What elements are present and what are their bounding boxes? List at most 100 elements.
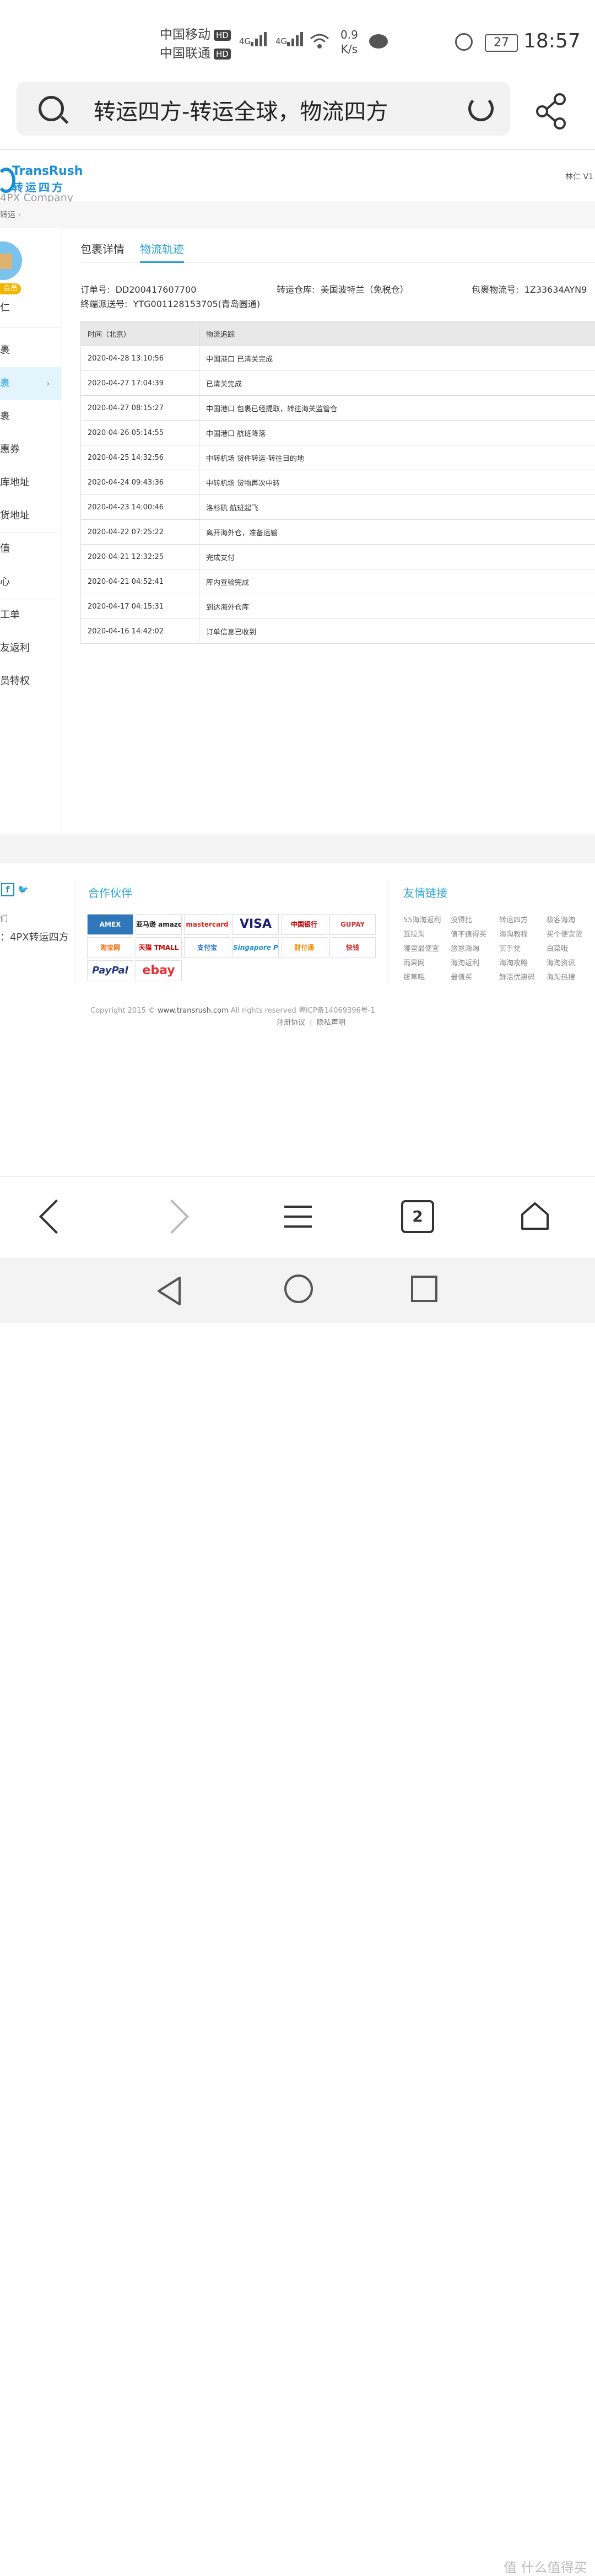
facebook-icon[interactable]: f xyxy=(1,883,14,896)
footer-link[interactable]: 海淘资讯 xyxy=(547,957,575,967)
footer-link[interactable]: 极客海淘 xyxy=(547,914,575,924)
battery-icon: 27 xyxy=(485,34,518,52)
sidebar-item[interactable]: 员特权 xyxy=(0,665,61,698)
system-back-icon[interactable] xyxy=(155,1276,183,1309)
sidebar-item[interactable]: 库地址 xyxy=(0,466,61,499)
time-cell: 2020-04-21 04:52:41 xyxy=(81,569,199,594)
footer-link[interactable]: 海淘热搜 xyxy=(547,971,575,982)
paypal-logo[interactable]: PayPal xyxy=(87,960,133,981)
breadcrumb: 转运 › xyxy=(0,202,595,229)
footer-link[interactable]: 海淘返利 xyxy=(451,957,479,967)
event-cell: 中国港口 已清关完成 xyxy=(199,346,595,371)
taobao-logo[interactable]: 淘宝网 xyxy=(87,937,133,958)
signal-icon: 4G xyxy=(275,32,305,46)
sidebar-item[interactable]: 裹 xyxy=(0,400,61,433)
visa-logo[interactable]: VISA xyxy=(232,914,279,935)
system-home-icon[interactable] xyxy=(284,1274,313,1303)
footer-link[interactable]: 最值买 xyxy=(451,971,472,982)
singapore-post-logo[interactable]: Singapore POST xyxy=(232,937,279,958)
carrier-2: 中国联通 xyxy=(160,46,210,61)
footer-link[interactable]: 值不值得买 xyxy=(451,928,486,939)
footer-link[interactable]: 瓦拉淘 xyxy=(403,928,425,939)
amex-logo[interactable]: AMEX xyxy=(87,914,133,935)
alipay-logo[interactable]: 支付宝 xyxy=(184,937,230,958)
tmall-logo[interactable]: 天猫 TMALL xyxy=(136,937,182,958)
event-cell: 库内查验完成 xyxy=(199,569,595,594)
sidebar-item[interactable]: 裹 xyxy=(0,334,61,367)
sidebar-item-active[interactable]: 裹› xyxy=(0,367,61,400)
system-recent-apps-icon[interactable] xyxy=(411,1276,437,1302)
privacy-link[interactable]: 隐私声明 xyxy=(317,1019,345,1027)
twitter-icon[interactable]: 🐦 xyxy=(18,884,29,895)
share-icon[interactable] xyxy=(532,92,572,131)
sidebar-item[interactable]: 工单 xyxy=(0,599,61,632)
site-link[interactable]: www.transrush.com xyxy=(158,1007,229,1015)
clock: 18:57 xyxy=(523,30,581,52)
ebay-logo[interactable]: ebay xyxy=(136,960,182,981)
footer-link[interactable]: 白菜哦 xyxy=(547,943,568,953)
time-cell: 2020-04-16 14:42:02 xyxy=(81,619,199,644)
main-content: 包裹详情 物流轨迹 订单号: DD200417607700 转运仓库: 美国波特… xyxy=(80,228,595,835)
sidebar-item[interactable]: 心 xyxy=(0,566,61,599)
column-header: 物流追踪 xyxy=(199,321,595,346)
address-bar[interactable]: 转运四方-转运全球，物流四方 xyxy=(17,82,510,136)
reload-icon[interactable] xyxy=(468,96,494,121)
home-icon[interactable] xyxy=(520,1201,550,1231)
table-row: 2020-04-16 14:42:02订单信息已收到 xyxy=(81,619,595,644)
tab-tracking[interactable]: 物流轨迹 xyxy=(140,240,184,263)
avatar[interactable] xyxy=(0,241,22,280)
system-nav-bar: 值 什么值得买 xyxy=(0,1258,595,1323)
column-header: 时间（北京） xyxy=(81,321,199,346)
table-header: 时间（北京） 物流追踪 xyxy=(81,321,595,346)
user-name[interactable]: 林仁 V1 xyxy=(565,171,593,182)
browser-nav-bar: 2 xyxy=(0,1176,595,1255)
tab-package-detail[interactable]: 包裹详情 xyxy=(80,240,125,261)
sidebar-item[interactable]: 惠券 xyxy=(0,433,61,466)
event-cell: 中国港口 航班降落 xyxy=(199,421,595,445)
time-cell: 2020-04-28 13:10:56 xyxy=(81,346,199,371)
gupay-logo[interactable]: GUPAY xyxy=(329,914,376,935)
footer-link[interactable]: 海淘教程 xyxy=(499,928,528,939)
table-row: 2020-04-27 08:15:27中国港口 包裹已经提取，转往海关监管仓 xyxy=(81,396,595,421)
table-row: 2020-04-23 14:00:46洛杉矶 航班起飞 xyxy=(81,495,595,520)
bank-of-china-logo[interactable]: 中国银行 xyxy=(281,914,327,935)
sidebar-item[interactable]: 值 xyxy=(0,533,61,566)
footer-link[interactable]: 转运四方 xyxy=(499,914,528,924)
99bill-logo[interactable]: 快钱 xyxy=(329,937,376,958)
footer-link[interactable]: 没得比 xyxy=(451,914,472,924)
net-speed: 0.9K/s xyxy=(340,28,358,56)
footer-link[interactable]: 悠悠海淘 xyxy=(451,943,479,953)
tabs-button[interactable]: 2 xyxy=(401,1200,434,1233)
back-icon[interactable] xyxy=(39,1200,73,1234)
menu-icon[interactable] xyxy=(284,1206,312,1235)
footer: f🐦 们 ：4PX转运四方 合作伙伴 AMEX 亚马逊 amazon maste… xyxy=(0,863,595,1117)
hd-badge: HD xyxy=(214,30,231,41)
sidebar-item[interactable]: 货地址 xyxy=(0,499,61,533)
vip-badge: 会员 xyxy=(0,283,21,294)
address-title[interactable]: 转运四方-转运全球，物流四方 xyxy=(94,94,388,126)
amazon-logo[interactable]: 亚马逊 amazon xyxy=(136,914,182,935)
terms-link[interactable]: 注册协议 xyxy=(277,1019,305,1027)
time-cell: 2020-04-27 17:04:39 xyxy=(81,371,199,396)
warehouse: 转运仓库: 美国波特兰（免税仓） xyxy=(277,282,409,295)
status-bar: 中国移动HD 中国联通HD 4G 4G 0.9K/s 27 18:57 xyxy=(0,0,595,77)
footer-link[interactable]: 哪里最便宜 xyxy=(403,943,439,953)
time-cell: 2020-04-27 08:15:27 xyxy=(81,396,199,421)
footer-link[interactable]: 海淘攻略 xyxy=(499,957,528,967)
footer-link[interactable]: 拔草哦 xyxy=(403,971,425,982)
friendly-links-title: 友情链接 xyxy=(403,884,447,900)
mastercard-logo[interactable]: mastercard xyxy=(184,914,230,935)
event-cell: 到达海外仓库 xyxy=(199,594,595,619)
footer-link[interactable]: 雨果网 xyxy=(403,957,425,967)
search-icon[interactable] xyxy=(39,96,64,121)
time-cell: 2020-04-22 07:25:22 xyxy=(81,520,199,545)
footer-link[interactable]: 买个便宜货 xyxy=(547,928,582,939)
footer-link[interactable]: 买手党 xyxy=(499,943,521,953)
web-page: TransRush 转运四方 4PX Company 林仁 V1 转运 › 会员… xyxy=(0,149,595,1174)
tenpay-logo[interactable]: 财付通 xyxy=(281,937,327,958)
breadcrumb-item[interactable]: 转运 xyxy=(0,211,15,219)
sidebar-item[interactable]: 友返利 xyxy=(0,632,61,665)
forward-icon[interactable] xyxy=(155,1200,189,1234)
footer-link[interactable]: 鲜活优惠码 xyxy=(499,971,535,982)
footer-link[interactable]: 55海淘返利 xyxy=(403,914,441,924)
